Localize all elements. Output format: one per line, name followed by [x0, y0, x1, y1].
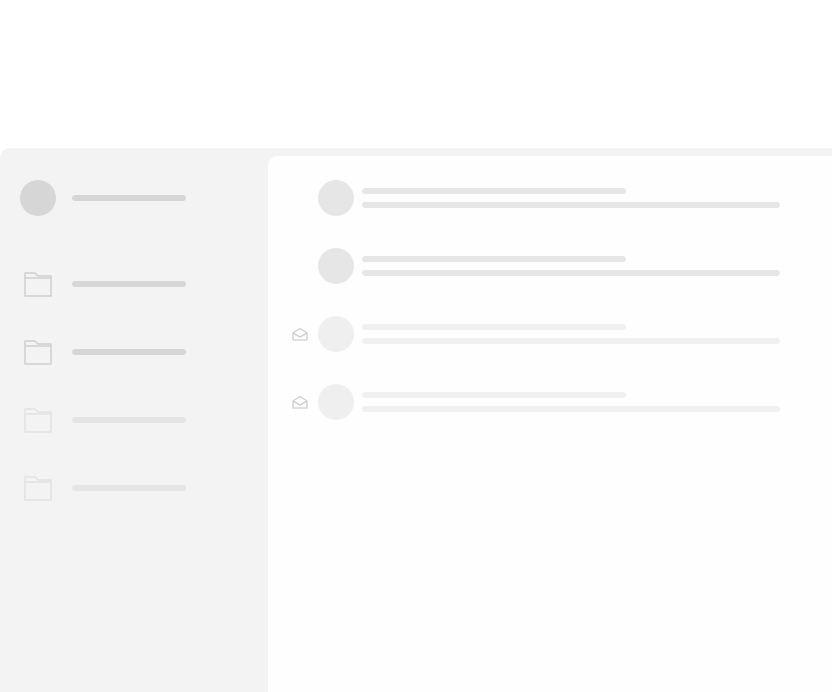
sender-avatar [318, 316, 354, 352]
folder-label-placeholder [72, 485, 186, 491]
message-subject-placeholder [362, 256, 626, 262]
folder-icon [24, 340, 52, 365]
message-subject-placeholder [362, 392, 626, 398]
sidebar [0, 148, 268, 692]
account-header-skeleton[interactable] [20, 180, 220, 216]
message-subject-placeholder [362, 188, 626, 194]
message-subject-placeholder [362, 324, 626, 330]
sender-avatar [318, 384, 354, 420]
mail-open-icon [292, 327, 308, 341]
folder-label-placeholder [72, 281, 186, 287]
message-row-skeleton[interactable] [268, 248, 808, 284]
message-preview-placeholder [362, 406, 780, 412]
folder-label-placeholder [72, 349, 186, 355]
folder-icon [24, 272, 52, 297]
mail-open-icon [292, 395, 308, 409]
message-preview-placeholder [362, 270, 780, 276]
message-preview-placeholder [362, 338, 780, 344]
account-name-placeholder [72, 195, 186, 201]
sidebar-folder-4-skeleton[interactable] [20, 472, 220, 504]
sidebar-folder-1-skeleton[interactable] [20, 268, 220, 300]
folder-label-placeholder [72, 417, 186, 423]
message-preview-placeholder [362, 202, 780, 208]
folder-icon [24, 476, 52, 501]
app-window [0, 148, 832, 692]
sender-avatar [318, 248, 354, 284]
folder-icon [24, 408, 52, 433]
sidebar-folder-2-skeleton[interactable] [20, 336, 220, 368]
sidebar-folder-3-skeleton[interactable] [20, 404, 220, 436]
message-row-skeleton[interactable] [268, 316, 808, 352]
message-list-pane [268, 156, 832, 692]
message-row-skeleton[interactable] [268, 384, 808, 420]
avatar [20, 180, 56, 216]
message-row-skeleton[interactable] [268, 180, 808, 216]
sender-avatar [318, 180, 354, 216]
